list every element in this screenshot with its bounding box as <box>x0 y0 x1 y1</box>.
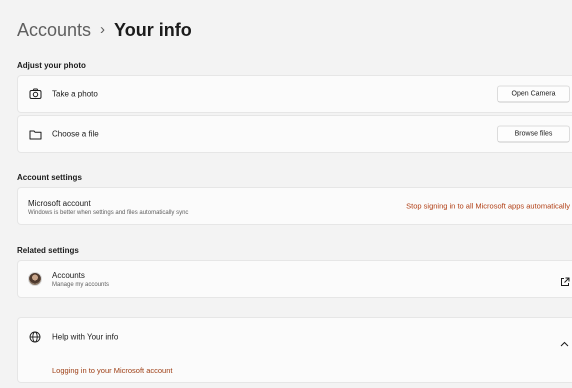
open-camera-button[interactable]: Open Camera <box>497 85 570 103</box>
help-card: Help with Your info Logging in to your M… <box>17 317 572 383</box>
globe-icon <box>28 330 42 344</box>
camera-icon <box>28 87 42 101</box>
chevron-up-icon[interactable] <box>560 334 569 347</box>
avatar <box>28 272 42 286</box>
take-photo-row: Take a photo Open Camera <box>17 75 572 113</box>
help-title: Help with Your info <box>52 332 119 342</box>
accounts-row[interactable]: Accounts Manage my accounts <box>17 260 572 298</box>
choose-file-row: Choose a file Browse files <box>17 115 572 153</box>
choose-file-label: Choose a file <box>52 129 99 139</box>
microsoft-account-help-link[interactable]: Logging in to your Microsoft account <box>52 366 172 375</box>
open-external-icon[interactable] <box>560 274 570 286</box>
section-title-related: Related settings <box>17 246 79 255</box>
accounts-description: Manage my accounts <box>52 282 110 288</box>
breadcrumb-separator: › <box>100 21 106 38</box>
accounts-avatar <box>28 272 42 286</box>
help-header[interactable]: Help with Your info <box>18 318 572 356</box>
browse-files-button[interactable]: Browse files <box>497 125 570 143</box>
breadcrumb-accounts[interactable]: Accounts <box>17 18 91 42</box>
microsoft-account-row: Microsoft account Windows is better when… <box>17 187 572 225</box>
accounts-title: Accounts <box>52 271 85 280</box>
microsoft-account-title: Microsoft account <box>28 199 91 208</box>
folder-icon <box>28 127 42 141</box>
breadcrumb: Accounts › Your info <box>17 18 192 42</box>
section-title-photo: Adjust your photo <box>17 61 86 70</box>
stop-signing-in-link[interactable]: Stop signing in to all Microsoft apps au… <box>406 202 570 211</box>
microsoft-account-description: Windows is better when settings and file… <box>28 210 189 216</box>
page-title: Your info <box>114 20 192 40</box>
section-title-account: Account settings <box>17 173 82 182</box>
take-photo-label: Take a photo <box>52 89 98 99</box>
